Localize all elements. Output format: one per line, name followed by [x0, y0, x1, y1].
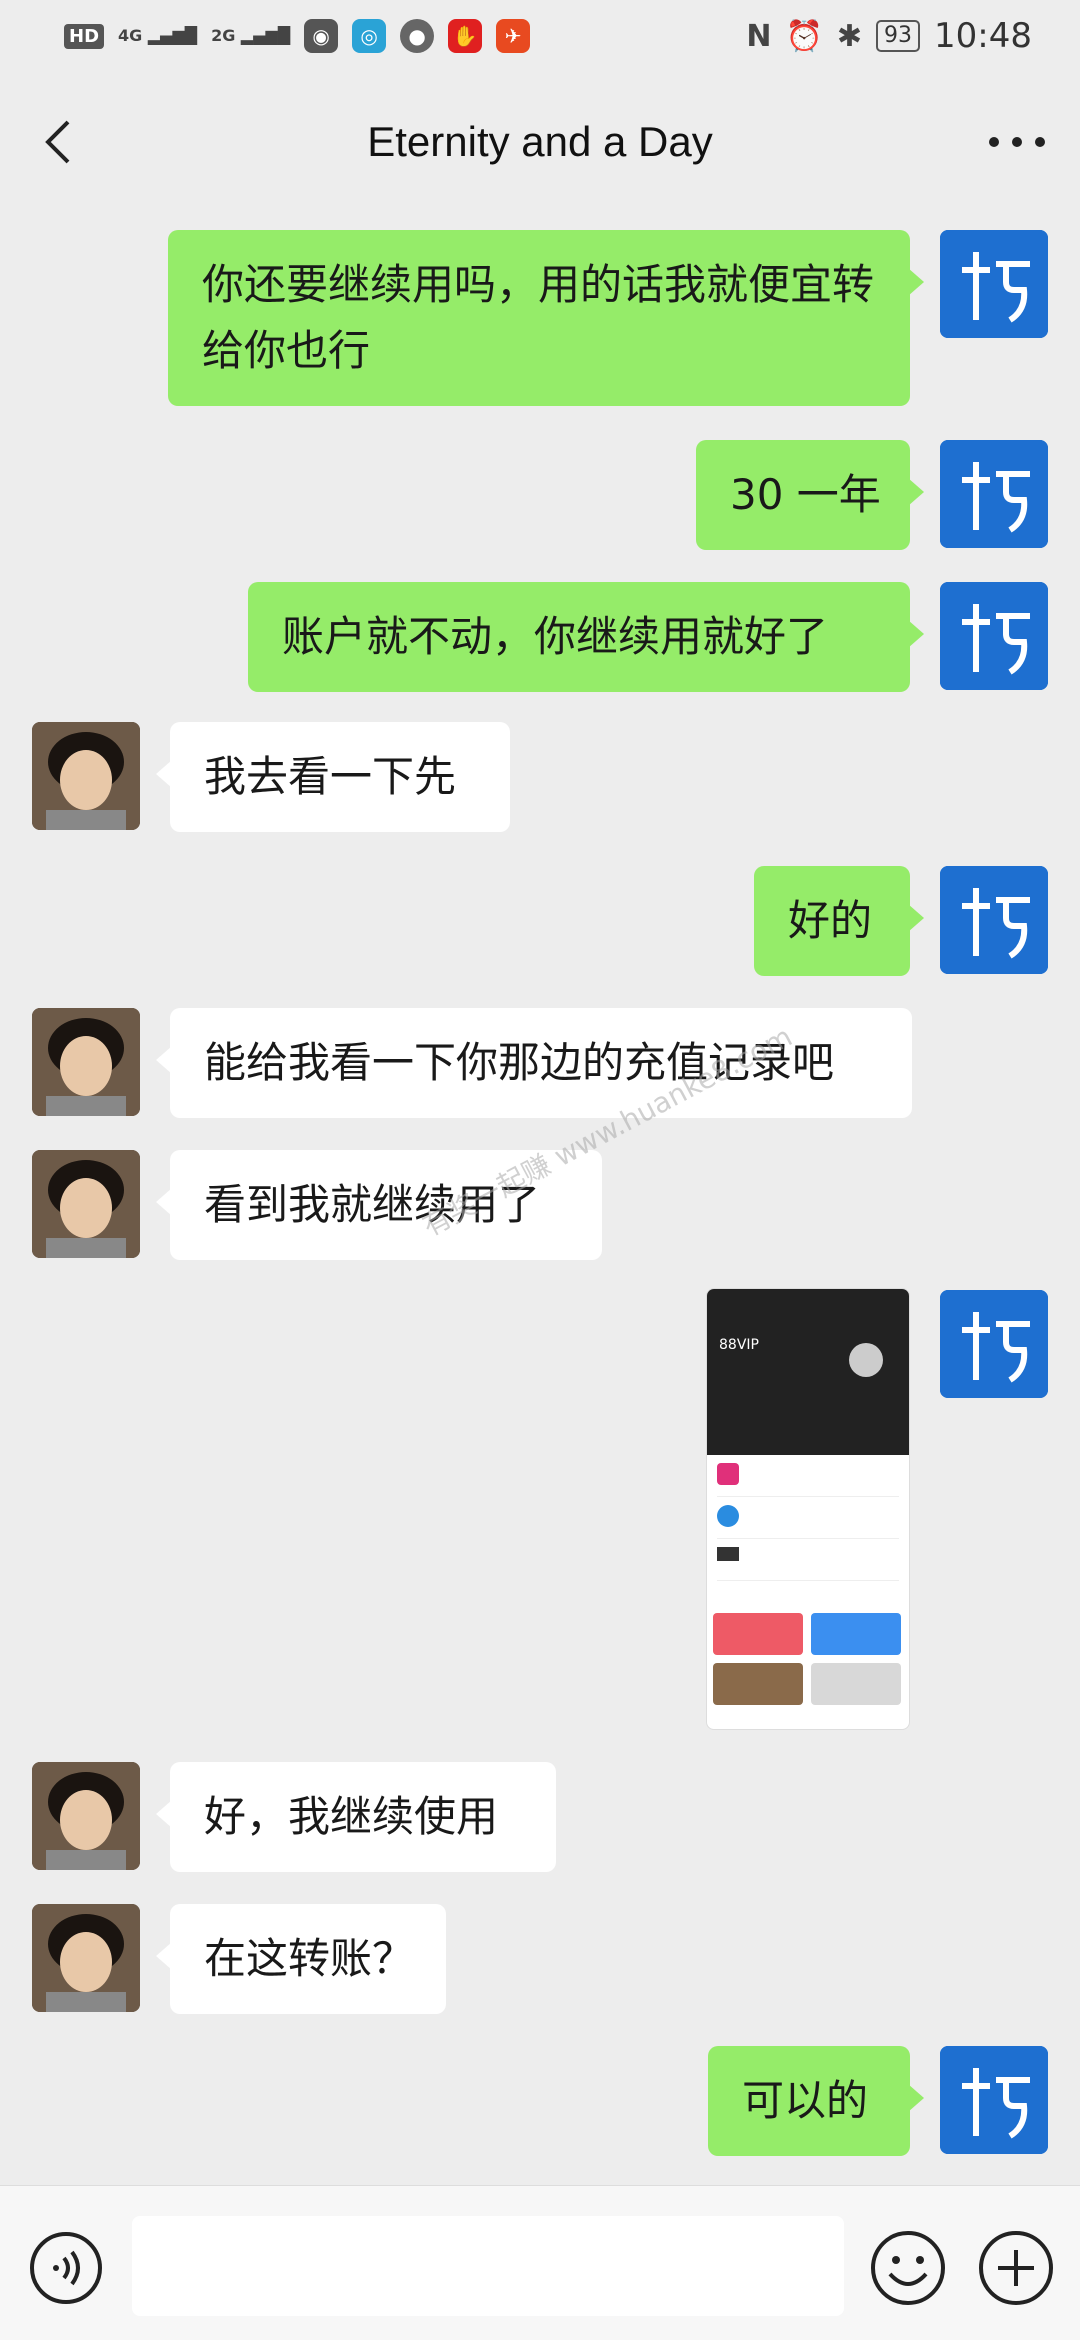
friend-photo-icon [32, 1904, 140, 2012]
message-bubble[interactable]: 可以的 [708, 2046, 924, 2156]
logo-avatar-icon [940, 1290, 1048, 1398]
status-time: 10:48 [934, 16, 1032, 56]
image-card-red [713, 1613, 803, 1655]
message-bubble[interactable]: 账户就不动，你继续用就好了 [248, 582, 924, 692]
logo-avatar-icon [940, 866, 1048, 974]
voice-button[interactable] [28, 2230, 104, 2306]
chat-notification-icon: ● [400, 19, 435, 53]
voice-icon [30, 2232, 102, 2304]
my-avatar[interactable] [940, 1290, 1048, 1398]
message-bubble[interactable]: 我去看一下先 [156, 722, 510, 832]
message-input[interactable] [132, 2216, 844, 2316]
image-row [717, 1547, 899, 1581]
message-bubble[interactable]: 能给我看一下你那边的充值记录吧 [156, 1008, 912, 1118]
red-app-icon: ✋ [448, 19, 483, 53]
alarm-icon: ⏰ [785, 18, 823, 54]
image-row [717, 1505, 899, 1539]
more-dots-icon [989, 137, 1045, 147]
battery-indicator: 93 [876, 20, 921, 52]
logo-avatar-icon [940, 582, 1048, 690]
logo-avatar-icon [940, 2046, 1048, 2154]
image-avatar-icon [849, 1343, 883, 1377]
my-avatar[interactable] [940, 866, 1048, 974]
qq-icon: ◉ [304, 19, 339, 53]
back-arrow-icon [45, 120, 70, 164]
net1-label: 4G [118, 26, 143, 45]
message-bubble[interactable]: 看到我就继续用了 [156, 1150, 602, 1260]
friend-photo-icon [32, 1008, 140, 1116]
status-right: N ⏰ ✱ 93 10:48 [746, 16, 1032, 56]
image-message[interactable]: 88VIP [706, 1288, 910, 1730]
my-avatar[interactable] [940, 440, 1048, 548]
status-bar: HD 4G ▂▄▆█ 2G ▂▄▆█ ◉ ◎ ● ✋ ✈ N ⏰ ✱ 93 10… [0, 0, 1080, 72]
status-left: HD 4G ▂▄▆█ 2G ▂▄▆█ ◉ ◎ ● ✋ ✈ [64, 19, 531, 53]
message-bubble[interactable]: 你还要继续用吗，用的话我就便宜转给你也行 [168, 230, 924, 406]
image-card-blue [811, 1613, 901, 1655]
my-avatar[interactable] [940, 230, 1048, 338]
friend-photo-icon [32, 722, 140, 830]
input-bar [0, 2185, 1080, 2340]
image-row [717, 1463, 899, 1497]
friend-avatar[interactable] [32, 1008, 140, 1116]
friend-photo-icon [32, 1762, 140, 1870]
image-header-dark: 88VIP [707, 1289, 909, 1455]
friend-photo-icon [32, 1150, 140, 1258]
friend-avatar[interactable] [32, 1150, 140, 1258]
nfc-icon: N [746, 18, 772, 54]
signal-4g-icon: 4G ▂▄▆█ [118, 26, 198, 45]
hd-indicator: HD [64, 23, 105, 49]
net2-label: 2G [211, 26, 236, 45]
image-row-icon [717, 1463, 739, 1485]
image-row-icon [717, 1505, 739, 1527]
friend-avatar[interactable] [32, 1762, 140, 1870]
message-bubble[interactable]: 30 一年 [696, 440, 924, 550]
more-functions-button[interactable] [976, 2228, 1056, 2308]
my-avatar[interactable] [940, 2046, 1048, 2154]
message-bubble[interactable]: 好的 [754, 866, 924, 976]
chat-header: Eternity and a Day [0, 72, 1080, 212]
more-options-button[interactable] [982, 112, 1052, 172]
image-card-brown [713, 1663, 803, 1705]
image-row-icon [717, 1547, 739, 1561]
bluetooth-icon: ✱ [836, 18, 863, 54]
friend-avatar[interactable] [32, 1904, 140, 2012]
friend-avatar[interactable] [32, 722, 140, 830]
my-avatar[interactable] [940, 582, 1048, 690]
message-bubble[interactable]: 在这转账？ [156, 1904, 446, 2014]
chat-title: Eternity and a Day [367, 118, 713, 165]
signal-2g-icon: 2G ▂▄▆█ [211, 26, 291, 45]
logo-avatar-icon [940, 440, 1048, 548]
emoji-icon [871, 2231, 945, 2305]
image-card-grey [811, 1663, 901, 1705]
app-notification-icon: ◎ [352, 19, 387, 53]
emoji-button[interactable] [868, 2228, 948, 2308]
logo-avatar-icon [940, 230, 1048, 338]
orange-app-icon: ✈ [496, 19, 531, 53]
back-button[interactable] [30, 112, 90, 172]
message-bubble[interactable]: 好，我继续使用 [156, 1762, 556, 1872]
plus-icon [979, 2231, 1053, 2305]
